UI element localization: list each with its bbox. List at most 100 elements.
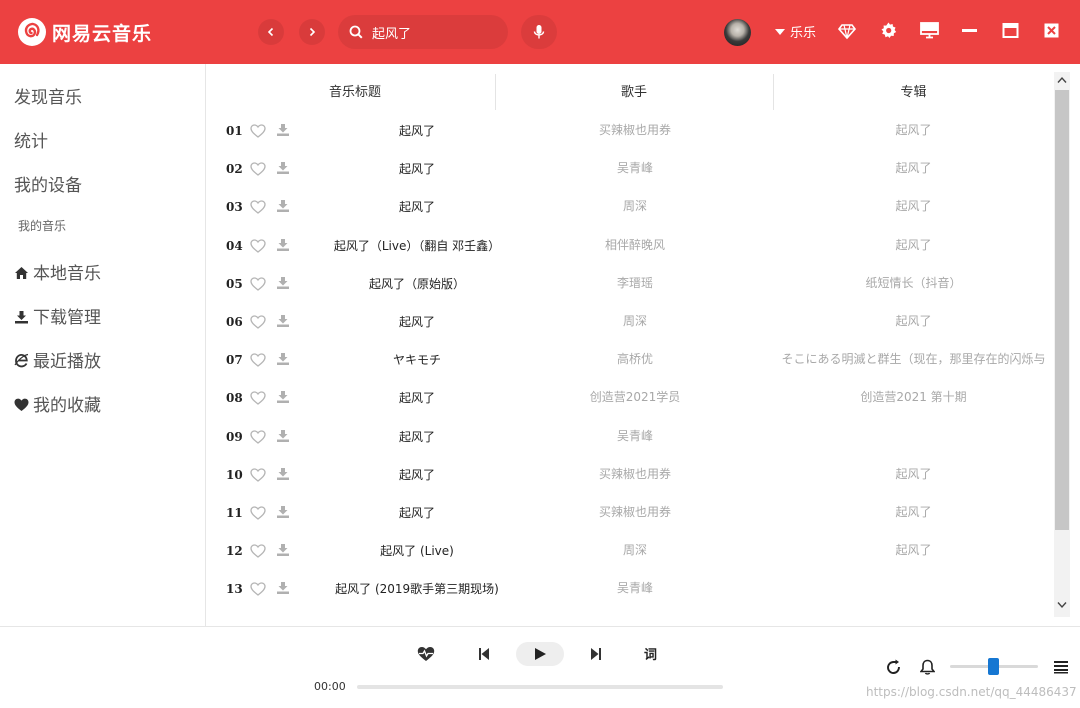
avatar[interactable] [724,19,751,46]
maximize-icon[interactable] [1002,22,1019,39]
lyrics-button[interactable]: 词 [644,644,657,663]
back-button[interactable] [258,19,284,45]
like-heart-icon[interactable] [250,468,266,482]
artist-name[interactable]: 吴青峰 [497,570,773,608]
artist-name[interactable]: 买辣椒也用券 [497,456,773,494]
download-icon[interactable] [276,581,290,595]
table-row[interactable]: 10 起风了 买辣椒也用券 起风了 [207,456,1054,494]
table-row[interactable]: 07 ヤキモチ 高桥优 そこにある明滅と群生（现在，那里存在的闪烁与 [207,341,1054,379]
playlist-icon[interactable] [1053,660,1069,674]
play-button[interactable] [516,642,564,666]
artist-name[interactable]: 买辣椒也用券 [497,112,773,150]
like-heart-icon[interactable] [250,238,266,253]
like-heart-icon[interactable] [250,429,266,444]
table-row[interactable]: 05 起风了（原始版） 李瑨瑶 纸短情长（抖音） [207,265,1054,303]
vertical-scrollbar[interactable] [1054,72,1070,617]
album-name[interactable]: 纸短情长（抖音） [773,265,1054,303]
table-row[interactable]: 04 起风了（Live）（翻自 邓壬鑫） 相伴醉晚风 起风了 [207,227,1054,265]
download-icon[interactable] [276,123,290,137]
album-name[interactable]: 起风了 [773,532,1054,570]
like-heart-icon[interactable] [250,200,266,215]
sidebar-item-discover[interactable]: 发现音乐 [14,83,82,108]
previous-track-icon[interactable] [478,647,490,661]
voice-search-button[interactable] [521,15,557,49]
column-header-artist[interactable]: 歌手 [495,74,773,110]
album-name[interactable]: 起风了 [773,150,1054,188]
column-header-title[interactable]: 音乐标题 [207,74,503,110]
sidebar-item-favorites[interactable]: 我的收藏 [14,391,101,416]
artist-name[interactable]: 周深 [497,188,773,226]
download-icon[interactable] [276,467,290,481]
download-icon[interactable] [276,161,290,175]
like-heart-icon[interactable] [250,353,266,368]
album-name[interactable]: 起风了 [773,494,1054,532]
album-name[interactable]: 起风了 [773,188,1054,226]
column-header-album[interactable]: 专辑 [773,74,1054,110]
table-row[interactable]: 13 起风了 (2019歌手第三期现场) 吴青峰 [207,570,1054,608]
forward-button[interactable] [299,19,325,45]
sidebar-item-downloads[interactable]: 下载管理 [14,303,101,328]
like-heart-icon[interactable] [250,582,266,597]
album-name[interactable]: そこにある明滅と群生（现在，那里存在的闪烁与 [773,341,1054,379]
artist-name[interactable]: 吴青峰 [497,150,773,188]
vip-diamond-icon[interactable] [838,22,856,40]
download-icon[interactable] [276,352,290,366]
like-heart-icon[interactable] [250,544,266,559]
bell-icon[interactable] [920,659,935,675]
sidebar-item-local[interactable]: 本地音乐 [14,259,101,284]
like-heart-icon[interactable] [250,277,266,291]
gear-icon[interactable] [880,22,897,39]
like-heart-icon[interactable] [250,124,266,138]
download-icon[interactable] [276,390,290,404]
artist-name[interactable]: 买辣椒也用券 [497,494,773,532]
table-row[interactable]: 09 起风了 吴青峰 [207,418,1054,456]
download-icon[interactable] [276,199,290,213]
like-heart-icon[interactable] [250,162,266,177]
table-row[interactable]: 11 起风了 买辣椒也用券 起风了 [207,494,1054,532]
table-row[interactable]: 06 起风了 周深 起风了 [207,303,1054,341]
close-icon[interactable] [1043,22,1060,39]
table-row[interactable]: 03 起风了 周深 起风了 [207,188,1054,226]
scrollbar-thumb[interactable] [1055,90,1069,530]
download-icon[interactable] [276,276,290,290]
like-heart-icon[interactable] [250,315,266,329]
artist-name[interactable]: 高桥优 [497,341,773,379]
download-icon[interactable] [276,429,290,443]
album-name[interactable]: 起风了 [773,303,1054,341]
download-icon[interactable] [276,314,290,328]
download-icon[interactable] [276,543,290,557]
volume-slider-thumb[interactable] [988,658,999,675]
next-track-icon[interactable] [590,647,602,661]
download-icon[interactable] [276,238,290,252]
sidebar-item-devices[interactable]: 我的设备 [14,171,82,196]
scroll-down-icon[interactable] [1057,601,1067,609]
album-name[interactable] [773,418,1054,456]
sidebar-item-recent[interactable]: 最近播放 [14,347,101,372]
loop-mode-icon[interactable] [886,659,902,675]
user-menu[interactable]: 乐乐 [775,22,816,42]
table-row[interactable]: 12 起风了 (Live) 周深 起风了 [207,532,1054,570]
sidebar-item-stats[interactable]: 统计 [14,127,48,152]
progress-bar[interactable] [357,685,723,689]
download-icon[interactable] [276,505,290,519]
minimize-icon[interactable] [961,22,978,39]
artist-name[interactable]: 周深 [497,532,773,570]
album-name[interactable]: 起风了 [773,112,1054,150]
artist-name[interactable]: 周深 [497,303,773,341]
artist-name[interactable]: 相伴醉晚风 [497,227,773,265]
monitor-icon[interactable] [920,22,939,39]
album-name[interactable]: 起风了 [773,227,1054,265]
album-name[interactable] [773,570,1054,608]
artist-name[interactable]: 李瑨瑶 [497,265,773,303]
heartbeat-mode-icon[interactable] [417,646,435,662]
like-heart-icon[interactable] [250,391,266,406]
like-heart-icon[interactable] [250,506,266,520]
artist-name[interactable]: 创造营2021学员 [497,379,773,417]
album-name[interactable]: 起风了 [773,456,1054,494]
scroll-up-icon[interactable] [1057,76,1067,84]
table-row[interactable]: 01 起风了 买辣椒也用券 起风了 [207,112,1054,150]
table-row[interactable]: 08 起风了 创造营2021学员 创造营2021 第十期 [207,379,1054,417]
search-input[interactable] [372,21,500,43]
album-name[interactable]: 创造营2021 第十期 [773,379,1054,417]
table-row[interactable]: 02 起风了 吴青峰 起风了 [207,150,1054,188]
